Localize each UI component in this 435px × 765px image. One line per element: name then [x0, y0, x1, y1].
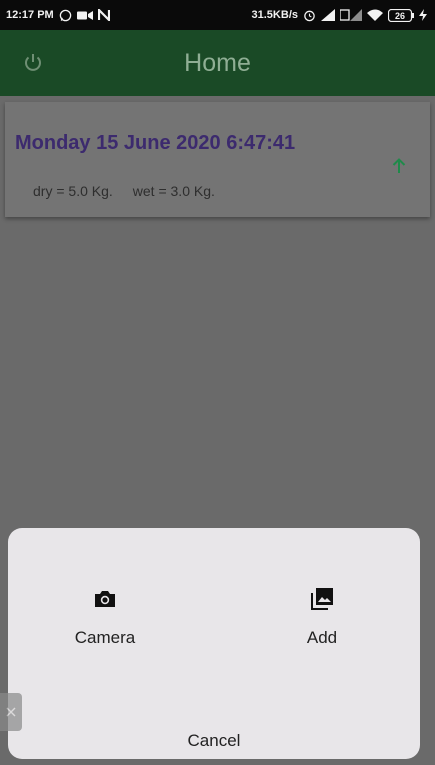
status-left: 12:17 PM [6, 9, 110, 22]
status-bar: 12:17 PM 31.5KB/s 26 [0, 0, 435, 30]
power-button[interactable] [20, 50, 46, 76]
battery-icon: 26 [388, 8, 414, 22]
entry-details: dry = 5.0 Kg. wet = 3.0 Kg. [33, 183, 215, 199]
close-icon [6, 707, 16, 717]
video-icon [76, 10, 93, 21]
camera-icon [95, 591, 115, 607]
camera-label: Camera [74, 628, 136, 647]
app-bar: Home [0, 30, 435, 96]
entry-wet: wet = 3.0 Kg. [132, 183, 215, 199]
signal-icon-2 [340, 9, 362, 21]
power-icon [25, 54, 41, 71]
bottom-sheet: Camera Add Cancel [8, 528, 420, 759]
network-speed: 31.5KB/s [251, 9, 298, 21]
add-label: Add [306, 628, 338, 647]
side-handle[interactable] [0, 693, 22, 731]
page-title: Home [184, 48, 251, 77]
camera-option[interactable]: Camera [45, 586, 165, 656]
entry-title: Monday 15 June 2020 6:47:41 [15, 132, 296, 154]
wifi-icon [367, 9, 383, 21]
n-icon [97, 9, 110, 21]
cancel-button[interactable]: Cancel [8, 731, 420, 751]
entry-card[interactable]: Monday 15 June 2020 6:47:41 dry = 5.0 Kg… [5, 102, 430, 217]
battery-level: 26 [395, 11, 405, 21]
photo-library-icon [311, 588, 333, 610]
status-time: 12:17 PM [6, 9, 54, 21]
arrow-up-icon[interactable] [390, 157, 408, 175]
add-option[interactable]: Add [262, 586, 382, 656]
signal-icon [321, 9, 335, 21]
charging-icon [419, 9, 427, 21]
entry-dry: dry = 5.0 Kg. [33, 183, 113, 199]
alarm-icon [303, 9, 316, 22]
status-right: 31.5KB/s 26 [251, 8, 427, 22]
whatsapp-icon [59, 9, 72, 22]
